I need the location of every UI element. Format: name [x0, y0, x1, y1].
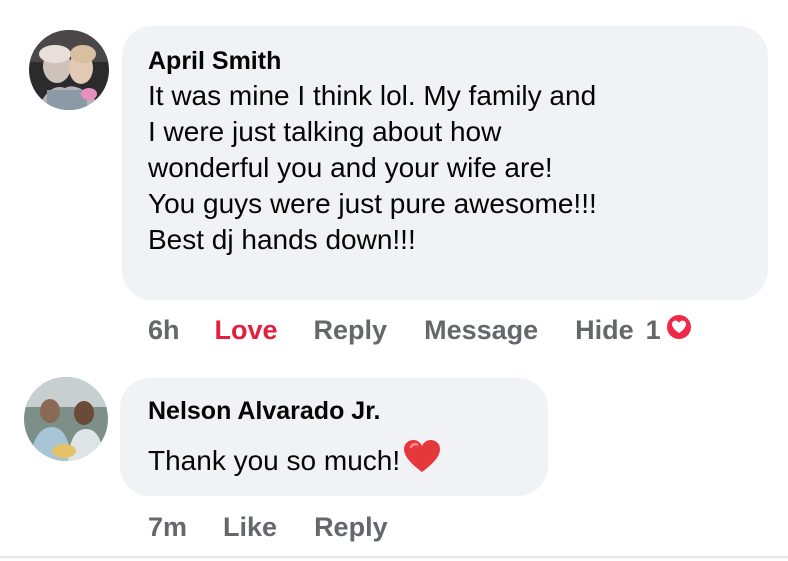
- reply-button[interactable]: Reply: [314, 512, 388, 543]
- comment-text-line: Thank you so much!: [148, 444, 401, 476]
- timestamp[interactable]: 7m: [148, 512, 187, 543]
- comment-text: Thank you so much!: [148, 438, 530, 483]
- comment-text: It was mine I think lol. My family and I…: [148, 78, 750, 258]
- comment-text-line: wonderful you and your wife are!: [148, 152, 553, 183]
- divider: [0, 556, 788, 558]
- love-button[interactable]: Love: [215, 315, 278, 346]
- avatar[interactable]: [24, 377, 108, 461]
- message-button[interactable]: Message: [424, 315, 538, 346]
- comment-actions: 6h Love Reply Message Hide 1: [148, 312, 694, 349]
- comment-author[interactable]: Nelson Alvarado Jr.: [148, 396, 530, 426]
- comment-bubble: Nelson Alvarado Jr. Thank you so much!: [120, 378, 548, 496]
- timestamp[interactable]: 6h: [148, 315, 180, 346]
- heart-reaction-icon: [664, 312, 694, 349]
- like-button[interactable]: Like: [223, 512, 277, 543]
- comment-text-line: It was mine I think lol. My family and: [148, 80, 597, 111]
- comment-actions: 7m Like Reply: [148, 512, 388, 543]
- hide-button[interactable]: Hide: [575, 315, 634, 346]
- comment-text-line: I were just talking about how: [148, 116, 502, 147]
- red-heart-emoji: [402, 438, 442, 483]
- reaction-count[interactable]: 1: [646, 312, 694, 349]
- comment-author[interactable]: April Smith: [148, 46, 750, 76]
- comment-bubble: April Smith It was mine I think lol. My …: [122, 26, 768, 300]
- reaction-count-value: 1: [645, 315, 661, 345]
- reply-button[interactable]: Reply: [314, 315, 388, 346]
- comment-text-line: You guys were just pure awesome!!!: [148, 188, 597, 219]
- avatar[interactable]: [29, 30, 109, 110]
- comment-text-line: Best dj hands down!!!: [148, 224, 416, 255]
